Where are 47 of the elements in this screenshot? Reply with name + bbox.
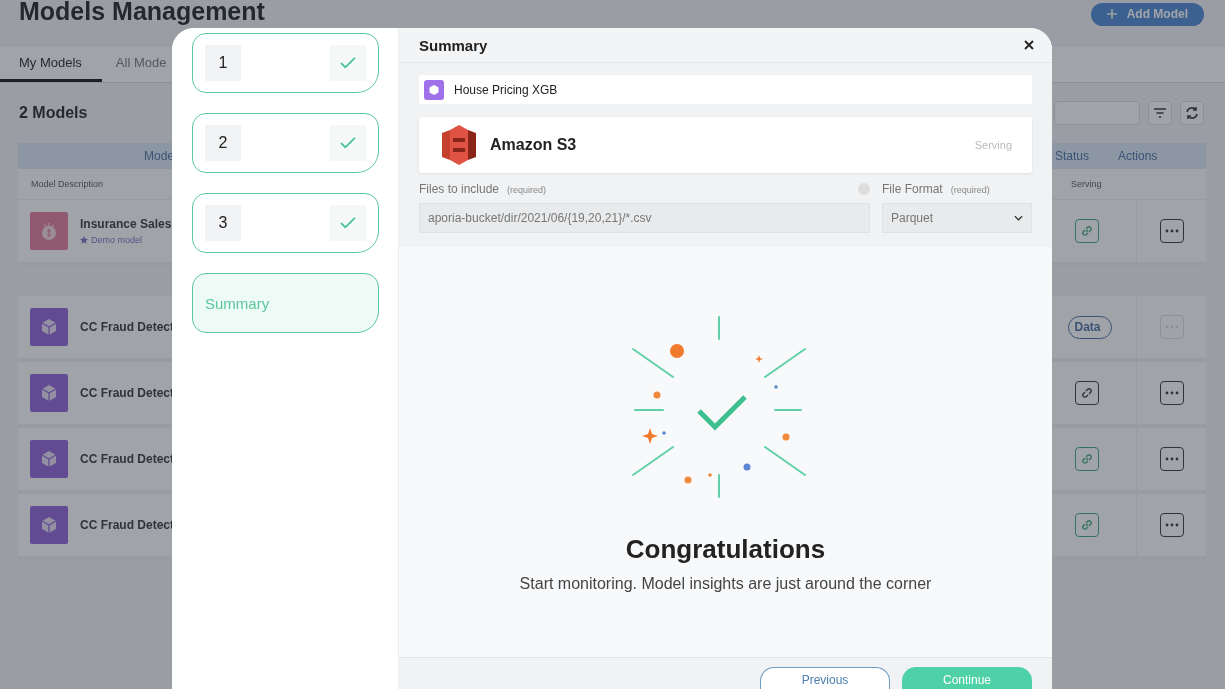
column-header: Serving: [1071, 179, 1102, 189]
required-note: (required): [507, 185, 547, 195]
wizard-step[interactable]: 3: [192, 193, 379, 253]
wizard-step[interactable]: 2: [192, 113, 379, 173]
more-icon[interactable]: [1159, 381, 1184, 405]
tab[interactable]: All Mode: [101, 47, 167, 82]
format-dropdown[interactable]: Parquet: [882, 203, 1032, 233]
field-label: Files to include: [419, 182, 500, 196]
required-note: (required): [950, 185, 990, 195]
column-header: Model Description: [31, 179, 104, 189]
files-field[interactable]: aporia-bucket/dir/2021/06/{19,20,21}/*.csv: [419, 203, 870, 233]
star-icon: [80, 236, 88, 244]
cube-icon: [30, 308, 68, 346]
model-name: Insurance Sales: [80, 217, 172, 231]
tab[interactable]: My Models: [0, 47, 102, 82]
money-bag-icon: [30, 212, 68, 250]
page-title: Models Management: [19, 0, 265, 26]
chevron-down-icon: [1014, 215, 1023, 221]
previous-button[interactable]: Previous: [760, 667, 890, 689]
model-count: 2 Models: [19, 104, 88, 122]
broken-link-icon[interactable]: [1074, 381, 1099, 405]
model-tag: Demo model: [91, 235, 143, 245]
column-header: Actions: [1118, 149, 1158, 163]
plus-icon: [1106, 9, 1117, 19]
cube-icon: [424, 79, 444, 100]
close-icon[interactable]: [1024, 40, 1034, 50]
cube-icon: [30, 374, 68, 412]
congrats-message: Start monitoring. Model insights are just around the corner: [519, 575, 932, 593]
more-icon[interactable]: [1159, 513, 1184, 537]
dialog-title: Summary: [419, 36, 488, 54]
column-header: Status: [1055, 149, 1090, 163]
refresh-icon[interactable]: [1180, 101, 1204, 125]
data-button[interactable]: Data: [1067, 315, 1112, 339]
model-name: House Pricing XGB: [454, 82, 558, 97]
add-model-button[interactable]: Add Model: [1090, 2, 1204, 26]
source-name: Amazon S3: [490, 136, 578, 154]
cube-icon: [30, 440, 68, 478]
stacked-blocks-icon: [442, 125, 476, 165]
congrats-title: Congratulations: [625, 534, 826, 565]
more-icon[interactable]: [1159, 219, 1184, 243]
field-label: File Format: [882, 182, 943, 196]
source-status: Serving: [974, 139, 1012, 151]
wizard-step[interactable]: 1: [192, 33, 379, 93]
filter-icon[interactable]: [1148, 101, 1172, 125]
cube-icon: [30, 506, 68, 544]
more-icon[interactable]: [1159, 447, 1184, 471]
column-header: Mode: [144, 149, 175, 163]
